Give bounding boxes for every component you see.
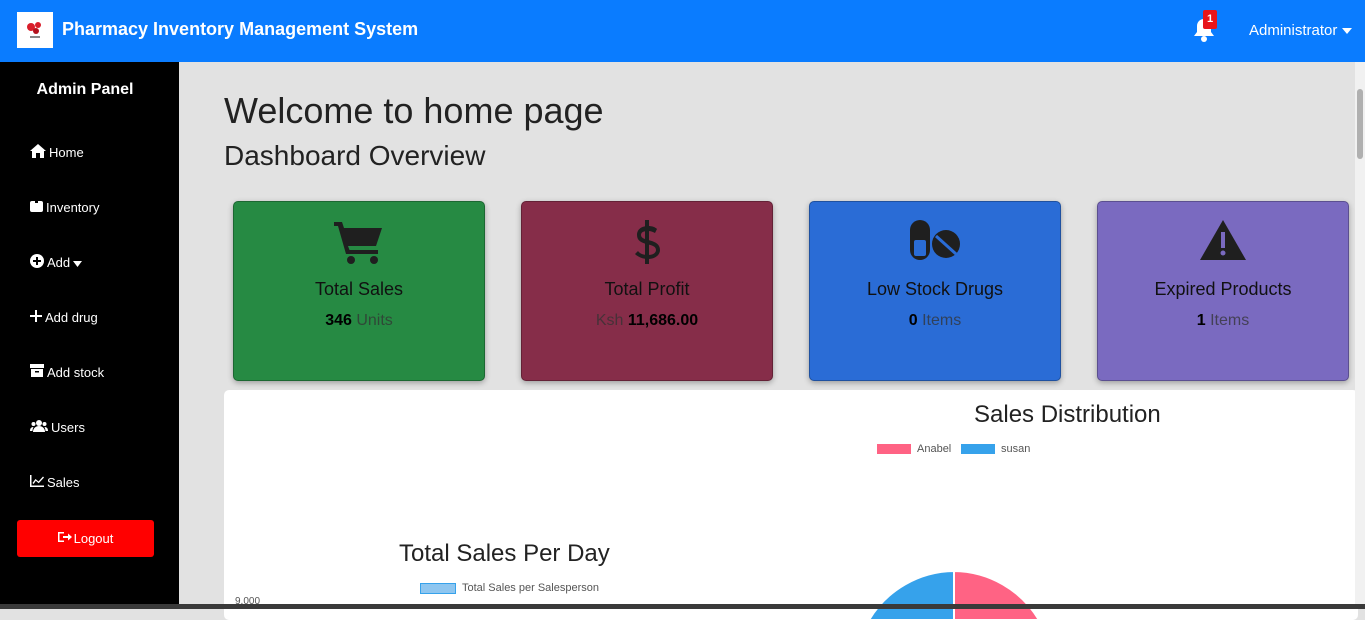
card-label: Total Profit	[604, 279, 690, 299]
page-title: Welcome to home page	[224, 90, 604, 131]
legend-swatch	[420, 582, 456, 594]
logout-button[interactable]: Logout	[17, 520, 154, 557]
users-icon	[30, 419, 48, 435]
user-menu-label: Administrator	[1249, 22, 1338, 39]
legend-item-sales-per-salesperson[interactable]: Total Sales per Salesperson	[420, 582, 599, 594]
sidebar-item-add-stock[interactable]: Add stock	[30, 362, 104, 382]
sidebar: Admin Panel Home Inventory Add Add drug …	[0, 62, 179, 609]
page-scrollbar[interactable]	[1355, 62, 1365, 609]
card-label: Low Stock Drugs	[866, 279, 1004, 299]
logout-label: Logout	[73, 531, 114, 546]
card-number: 1	[1196, 312, 1206, 329]
user-menu-dropdown[interactable]: Administrator	[1249, 22, 1352, 39]
sidebar-item-sales[interactable]: Sales	[30, 472, 80, 492]
home-icon	[30, 143, 46, 161]
legend-item-anabel[interactable]: Anabel	[877, 443, 951, 455]
card-number: 11,686.00	[627, 312, 699, 329]
card-label: Expired Products	[1154, 279, 1292, 299]
card-value: Ksh 11,686.00	[522, 312, 772, 330]
scrollbar-thumb[interactable]	[1357, 89, 1363, 159]
sidebar-item-home[interactable]: Home	[30, 142, 84, 162]
low-stock-card[interactable]: Low Stock Drugs 0 Items	[809, 201, 1061, 381]
sidebar-item-add-drug[interactable]: Add drug	[30, 307, 98, 327]
bottom-edge	[0, 604, 1365, 609]
card-currency: Ksh	[595, 312, 624, 329]
card-number: 0	[908, 312, 918, 329]
sales-per-day-title: Total Sales Per Day	[399, 540, 610, 567]
legend-label: Anabel	[917, 443, 952, 455]
admin-panel-title: Admin Panel	[36, 81, 134, 98]
sidebar-item-label: Add stock	[47, 364, 105, 380]
dashboard-subheading: Dashboard Overview	[224, 140, 486, 171]
pie-slice-anabel	[953, 569, 1041, 620]
card-unit: Items	[1210, 312, 1250, 329]
legend-swatch	[877, 444, 911, 454]
sales-distribution-pie	[867, 569, 1041, 620]
plus-circle-icon	[30, 253, 44, 271]
card-number: 346	[325, 312, 352, 329]
cart-icon	[234, 220, 484, 264]
legend-swatch	[961, 444, 995, 454]
card-unit: Units	[356, 312, 393, 329]
sidebar-item-label: Add	[47, 254, 71, 270]
notification-badge: 1	[1203, 10, 1217, 29]
sidebar-item-label: Add drug	[45, 309, 98, 325]
chart-line-icon	[30, 474, 44, 490]
sidebar-item-label: Home	[49, 144, 84, 160]
sidebar-item-add-dropdown[interactable]: Add	[30, 252, 83, 272]
pie-slice-susan	[867, 569, 955, 620]
archive-icon	[30, 364, 44, 380]
card-value: 1 Items	[1098, 312, 1348, 330]
caret-down-icon	[73, 255, 83, 270]
app-title: Pharmacy Inventory Management System	[62, 19, 419, 39]
logout-icon	[57, 531, 72, 546]
charts-panel: Sales Distribution Anabel susan Total Sa…	[224, 390, 1358, 620]
sidebar-item-users[interactable]: Users	[30, 417, 85, 437]
sidebar-item-inventory[interactable]: Inventory	[30, 197, 99, 217]
dollar-icon	[522, 220, 772, 264]
sidebar-item-label: Sales	[47, 474, 80, 490]
card-value: 346 Units	[234, 312, 484, 330]
plus-icon	[30, 309, 42, 325]
total-profit-card[interactable]: Total Profit Ksh 11,686.00	[521, 201, 773, 381]
main-content: Welcome to home page Dashboard Overview …	[179, 62, 1358, 620]
sales-distribution-title: Sales Distribution	[974, 401, 1161, 428]
pills-icon	[810, 220, 1060, 264]
card-unit: Items	[922, 312, 962, 329]
sidebar-item-label: Inventory	[46, 199, 100, 215]
box-icon	[30, 199, 43, 215]
legend-item-susan[interactable]: susan	[961, 443, 1030, 455]
legend-label: susan	[1001, 443, 1031, 455]
legend-label: Total Sales per Salesperson	[462, 582, 599, 594]
sidebar-item-label: Users	[51, 419, 85, 435]
card-value: 0 Items	[810, 312, 1060, 330]
pharmacy-logo[interactable]	[17, 12, 53, 48]
warning-icon	[1098, 220, 1348, 264]
caret-down-icon	[1341, 22, 1352, 39]
expired-products-card[interactable]: Expired Products 1 Items	[1097, 201, 1349, 381]
card-label: Total Sales	[314, 279, 404, 299]
total-sales-card[interactable]: Total Sales 346 Units	[233, 201, 485, 381]
top-navbar: Pharmacy Inventory Management System 1 A…	[0, 0, 1365, 62]
